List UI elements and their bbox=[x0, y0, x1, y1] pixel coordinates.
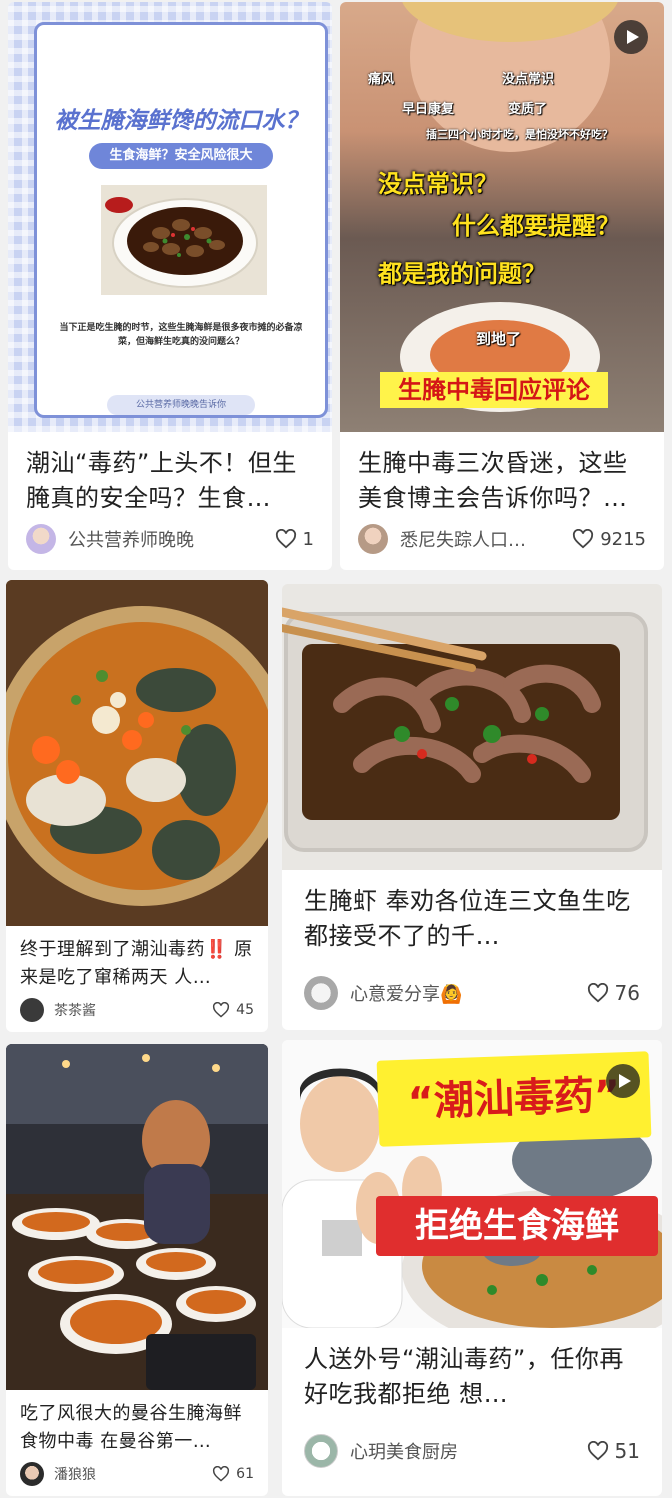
card-thumbnail[interactable]: 被生腌海鲜馋的流口水？ 生食海鲜？安全风险很大 当下正是吃生腌的时节，这些生腌海… bbox=[8, 2, 332, 432]
like-count: 9215 bbox=[600, 528, 646, 550]
play-icon[interactable] bbox=[606, 1064, 640, 1098]
overlay-caption-large: 什么都要提醒？ bbox=[452, 212, 620, 240]
card-thumbnail[interactable]: 痛风 没点常识 早日康复 变质了 插三四个小时才吃，是怕没坏不好吃？ 没点常识？… bbox=[340, 2, 664, 432]
feed-card[interactable]: 被生腌海鲜馋的流口水？ 生食海鲜？安全风险很大 当下正是吃生腌的时节，这些生腌海… bbox=[8, 2, 332, 570]
author-avatar[interactable] bbox=[358, 524, 388, 554]
heart-outline-icon bbox=[587, 983, 608, 1003]
like-button[interactable]: 1 bbox=[275, 529, 314, 550]
infographic-poster: 被生腌海鲜馋的流口水？ 生食海鲜？安全风险很大 当下正是吃生腌的时节，这些生腌海… bbox=[34, 22, 328, 418]
card-meta: 公共营养师晚晚 1 bbox=[8, 524, 332, 554]
like-button[interactable]: 61 bbox=[212, 1466, 254, 1482]
like-button[interactable]: 76 bbox=[587, 981, 640, 1005]
overlay-caption: 插三四个小时才吃，是怕没坏不好吃？ bbox=[426, 128, 613, 141]
card-thumbnail[interactable] bbox=[282, 584, 662, 870]
overlay-caption: 早日康复 bbox=[402, 102, 455, 117]
overlay-caption: 没点常识 bbox=[502, 72, 555, 87]
author-avatar[interactable] bbox=[20, 1462, 44, 1486]
card-meta: 心意爱分享🙆 76 bbox=[282, 976, 662, 1010]
like-button[interactable]: 45 bbox=[212, 1002, 254, 1018]
card-title[interactable]: 人送外号“潮汕毒药”，任你再好吃我都拒绝 想… bbox=[282, 1342, 662, 1412]
feed-card[interactable]: 终于理解到了潮汕毒药‼️ 原来是吃了窜稀两天 人… 茶茶酱 45 bbox=[6, 580, 268, 1032]
feed-card[interactable]: 痛风 没点常识 早日康复 变质了 插三四个小时才吃，是怕没坏不好吃？ 没点常识？… bbox=[340, 2, 664, 570]
feed-card[interactable]: 生腌虾 奉劝各位连三文鱼生吃都接受不了的千… 心意爱分享🙆 76 bbox=[282, 584, 662, 1030]
card-meta: 茶茶酱 45 bbox=[6, 998, 268, 1022]
author-avatar[interactable] bbox=[304, 976, 338, 1010]
author-avatar[interactable] bbox=[26, 524, 56, 554]
heart-outline-icon bbox=[275, 529, 296, 549]
heart-outline-icon bbox=[587, 1441, 608, 1461]
card-title[interactable]: 生腌中毒三次昏迷，这些美食博主会告诉你吗？… bbox=[340, 446, 664, 516]
like-count: 45 bbox=[236, 1002, 254, 1018]
card-meta: 悉尼失踪人口… 9215 bbox=[340, 524, 664, 554]
heart-outline-icon bbox=[573, 529, 594, 549]
author-name[interactable]: 悉尼失踪人口… bbox=[400, 526, 572, 552]
like-count: 1 bbox=[302, 528, 314, 550]
feed-card[interactable]: “潮汕毒药” 拒绝生食海鲜 人送外号“潮汕毒药”，任你再好吃我都拒绝 想… 心玥… bbox=[282, 1040, 662, 1496]
card-meta: 心玥美食厨房 51 bbox=[282, 1434, 662, 1468]
like-button[interactable]: 51 bbox=[587, 1439, 640, 1463]
shrimp-container-image bbox=[282, 584, 662, 870]
overlay-banner-top: “潮汕毒药” bbox=[376, 1051, 652, 1147]
card-title[interactable]: 吃了风很大的曼谷生腌海鲜食物中毒 在曼谷第一… bbox=[6, 1400, 268, 1456]
author-name[interactable]: 公共营养师晚晚 bbox=[68, 526, 275, 552]
like-button[interactable]: 9215 bbox=[572, 529, 646, 550]
feed-card[interactable]: 吃了风很大的曼谷生腌海鲜食物中毒 在曼谷第一… 潘狼狼 61 bbox=[6, 1044, 268, 1496]
poster-footer: 公共营养师晚晚告诉你 bbox=[107, 395, 255, 415]
card-thumbnail[interactable] bbox=[6, 580, 268, 926]
card-title[interactable]: 潮汕“毒药”上头不！但生腌真的安全吗？生食… bbox=[8, 446, 332, 516]
poster-pill: 生食海鲜？安全风险很大 bbox=[89, 143, 273, 169]
overlay-caption: 变质了 bbox=[508, 102, 548, 117]
like-count: 51 bbox=[614, 1439, 640, 1463]
like-count: 76 bbox=[614, 981, 640, 1005]
crab-platter-image bbox=[6, 580, 268, 926]
author-name[interactable]: 潘狼狼 bbox=[54, 1464, 212, 1484]
heart-outline-icon bbox=[213, 1002, 230, 1018]
card-meta: 潘狼狼 61 bbox=[6, 1462, 268, 1486]
play-icon[interactable] bbox=[614, 20, 648, 54]
heart-outline-icon bbox=[213, 1466, 230, 1482]
overlay-caption-large: 没点常识？ bbox=[378, 170, 498, 198]
author-name[interactable]: 心意爱分享🙆 bbox=[350, 980, 587, 1006]
night-market-image bbox=[6, 1044, 268, 1390]
seafood-bowl-image bbox=[101, 185, 267, 295]
author-name[interactable]: 心玥美食厨房 bbox=[350, 1438, 587, 1464]
overlay-band: 生腌中毒回应评论 bbox=[380, 372, 608, 408]
card-title[interactable]: 终于理解到了潮汕毒药‼️ 原来是吃了窜稀两天 人… bbox=[6, 936, 268, 992]
like-count: 61 bbox=[236, 1466, 254, 1482]
author-name[interactable]: 茶茶酱 bbox=[54, 1000, 212, 1020]
author-avatar[interactable] bbox=[304, 1434, 338, 1468]
poster-heading: 被生腌海鲜馋的流口水？ bbox=[54, 108, 308, 134]
author-avatar[interactable] bbox=[20, 998, 44, 1022]
overlay-caption-large: 都是我的问题？ bbox=[378, 260, 546, 288]
overlay-banner-bottom: 拒绝生食海鲜 bbox=[376, 1196, 658, 1256]
poster-body-text: 当下正是吃生腌的时节，这些生腌海鲜是很多夜市摊的必备凉菜，但海鲜生吃真的没问题么… bbox=[59, 323, 303, 347]
card-thumbnail[interactable]: “潮汕毒药” 拒绝生食海鲜 bbox=[282, 1040, 662, 1328]
card-thumbnail[interactable] bbox=[6, 1044, 268, 1390]
overlay-tag: 到地了 bbox=[476, 330, 522, 348]
overlay-caption: 痛风 bbox=[368, 72, 395, 87]
card-title[interactable]: 生腌虾 奉劝各位连三文鱼生吃都接受不了的千… bbox=[282, 884, 662, 954]
